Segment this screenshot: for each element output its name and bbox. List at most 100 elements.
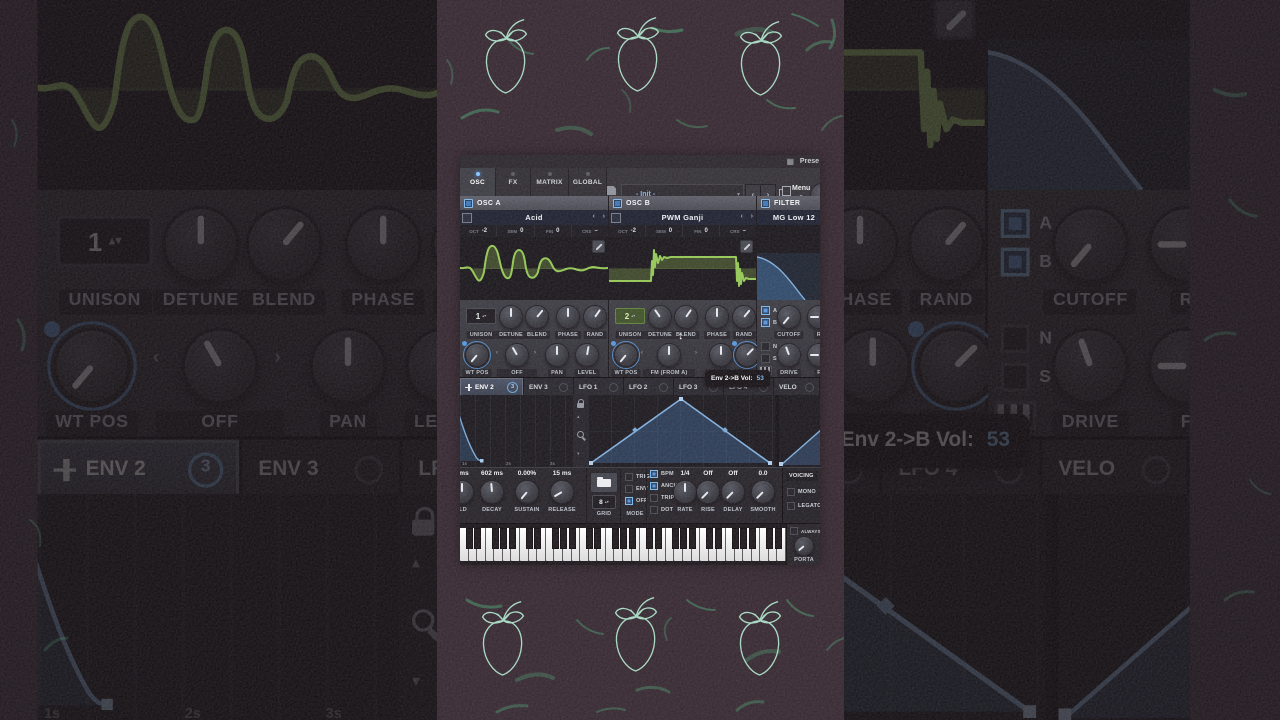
- osc-b-unison-stepper[interactable]: 2 ▴▾: [615, 308, 645, 324]
- sem-param[interactable]: SEM 0: [646, 225, 683, 237]
- wavetable-browser-icon[interactable]: [462, 213, 472, 223]
- stepper-arrows-icon[interactable]: ▴▾: [482, 314, 486, 318]
- filter-drive-knob[interactable]: [777, 343, 801, 367]
- warp-prev-icon[interactable]: ‹: [496, 350, 498, 356]
- env-hold-knob[interactable]: [460, 480, 474, 504]
- osc-b-phase-knob[interactable]: [705, 305, 729, 329]
- lfo-smooth-knob[interactable]: [751, 480, 775, 504]
- warp-mode-label[interactable]: OFF: [497, 369, 537, 377]
- env-decay-knob[interactable]: [480, 480, 504, 504]
- lfo-mode-env[interactable]: ENV: [625, 485, 648, 493]
- osc-a-wavetable-selector[interactable]: Acid ‹ ›: [460, 210, 608, 226]
- mono-toggle[interactable]: MONO: [787, 488, 816, 496]
- fm-prev-icon[interactable]: ‹: [641, 350, 643, 356]
- fin-param[interactable]: FIN 0: [535, 225, 572, 237]
- osc-a-enable-checkbox[interactable]: [464, 198, 473, 208]
- env2-display[interactable]: 1s 2s 3s: [460, 395, 574, 467]
- osc-b-blend-knob[interactable]: [674, 305, 698, 329]
- osc-b-detune-knob[interactable]: [648, 305, 672, 329]
- grid-icon[interactable]: ▦: [786, 157, 794, 166]
- sem-param[interactable]: SEM 0: [497, 225, 535, 237]
- move-icon[interactable]: [465, 383, 472, 391]
- wavetable-prev-icon[interactable]: ‹: [593, 213, 595, 220]
- porta-knob[interactable]: [794, 536, 814, 556]
- osc-a-phase-knob[interactable]: [556, 305, 580, 329]
- osc-a-detune-knob[interactable]: [499, 305, 523, 329]
- osc-b-pan-knob[interactable]: [709, 343, 733, 367]
- osc-b-rand-knob[interactable]: [732, 305, 756, 329]
- osc-a-blend-knob[interactable]: [525, 305, 549, 329]
- osc-a-waveform-display[interactable]: [460, 237, 608, 301]
- osc-b-enable-checkbox[interactable]: [613, 198, 622, 208]
- lfo-delay-knob[interactable]: [721, 480, 745, 504]
- lock-icon[interactable]: [577, 399, 584, 408]
- osc-a-level-knob[interactable]: [575, 343, 599, 367]
- chevron-down-icon[interactable]: ▾: [577, 451, 580, 457]
- osc-b-fm-knob[interactable]: [657, 343, 681, 367]
- tab-lfo1[interactable]: LFO 1: [574, 378, 624, 396]
- filter-fat-knob[interactable]: [807, 343, 820, 367]
- filter-type-selector[interactable]: MG Low 12: [757, 210, 820, 226]
- fm-label[interactable]: FM (FROM A): [643, 369, 695, 377]
- osc-b-wavetable-selector[interactable]: PWM Ganji ‹ ›: [609, 210, 756, 226]
- filter-route-a[interactable]: A: [761, 306, 777, 315]
- fm-next-icon[interactable]: ›: [695, 350, 697, 356]
- stepper-arrows-icon[interactable]: ▴▾: [631, 314, 635, 318]
- lfo-rise-knob[interactable]: [696, 480, 720, 504]
- tab-matrix[interactable]: MATRIX: [531, 168, 569, 196]
- filter-route-s[interactable]: S: [761, 354, 777, 363]
- env-release-knob[interactable]: [550, 480, 574, 504]
- velo-display[interactable]: [777, 395, 820, 467]
- titlebar-presets-label[interactable]: Prese: [800, 158, 819, 165]
- lfo2-display[interactable]: [588, 395, 775, 467]
- tab-global[interactable]: GLOBAL: [569, 168, 607, 196]
- osc-b-wtpos-knob[interactable]: [611, 341, 640, 369]
- tab-velo[interactable]: VELO: [774, 378, 820, 396]
- oct-param[interactable]: OCT -2: [609, 225, 646, 237]
- filter-route-n[interactable]: N: [761, 342, 777, 351]
- osc-a-rand-knob[interactable]: [583, 305, 607, 329]
- wavetable-prev-icon[interactable]: ‹: [741, 213, 743, 220]
- filter-enable-checkbox[interactable]: [761, 198, 770, 208]
- chevron-up-icon[interactable]: ▴: [577, 414, 580, 420]
- lfo-rate-knob[interactable]: [673, 480, 697, 504]
- lfo-bpm-toggle[interactable]: BPM: [650, 470, 674, 478]
- filter-cutoff-knob[interactable]: [777, 305, 801, 329]
- edit-waveform-icon[interactable]: [740, 240, 753, 253]
- osc-a-warp-knob[interactable]: [505, 343, 529, 367]
- osc-a-pan-knob[interactable]: [545, 343, 569, 367]
- wavetable-next-icon[interactable]: ›: [751, 213, 753, 220]
- stepper-arrows-icon[interactable]: ▴▾: [605, 500, 609, 504]
- filter-curve-display[interactable]: [757, 225, 820, 301]
- lfo-shape-menu-button[interactable]: [590, 472, 618, 493]
- tab-env3[interactable]: ENV 3: [524, 378, 574, 396]
- wavetable-browser-icon[interactable]: [611, 213, 621, 223]
- magnifier-icon[interactable]: [577, 431, 584, 438]
- fin-param[interactable]: FIN 0: [683, 225, 720, 237]
- crs-param[interactable]: CRS –: [572, 225, 608, 237]
- filter-res-knob[interactable]: [807, 305, 820, 329]
- osc-a-wtpos-knob[interactable]: [462, 341, 491, 369]
- oct-param[interactable]: OCT -2: [460, 225, 498, 237]
- crs-param[interactable]: CRS –: [720, 225, 756, 237]
- piano-keyboard[interactable]: [460, 528, 786, 561]
- filter-route-b[interactable]: B: [761, 318, 777, 327]
- tab-env2[interactable]: ENV 2 3: [460, 378, 524, 396]
- legato-toggle[interactable]: LEGATO: [787, 502, 820, 510]
- osc-b-level-knob[interactable]: [732, 341, 761, 369]
- osc-b-waveform-display[interactable]: [609, 237, 756, 301]
- lfo-grid-stepper[interactable]: 8 ▴▾: [592, 495, 616, 509]
- wavetable-next-icon[interactable]: ›: [603, 213, 605, 220]
- porta-always-toggle[interactable]: ALWAYS: [790, 527, 820, 535]
- lfo-mode-off[interactable]: OFF: [625, 497, 648, 505]
- tab-osc[interactable]: OSC: [460, 168, 496, 196]
- lfo-dot-toggle[interactable]: DOT: [650, 506, 673, 514]
- tab-fx[interactable]: FX: [496, 168, 531, 196]
- save-preset-icon[interactable]: [607, 186, 616, 195]
- osc-a-unison-stepper[interactable]: 1 ▴▾: [466, 308, 496, 324]
- warp-next-icon[interactable]: ›: [534, 350, 536, 356]
- tab-lfo2[interactable]: LFO 2: [624, 378, 674, 396]
- edit-waveform-icon[interactable]: [592, 240, 605, 253]
- lfo-trip-toggle[interactable]: TRIP: [650, 494, 674, 502]
- env-sustain-knob[interactable]: [515, 480, 539, 504]
